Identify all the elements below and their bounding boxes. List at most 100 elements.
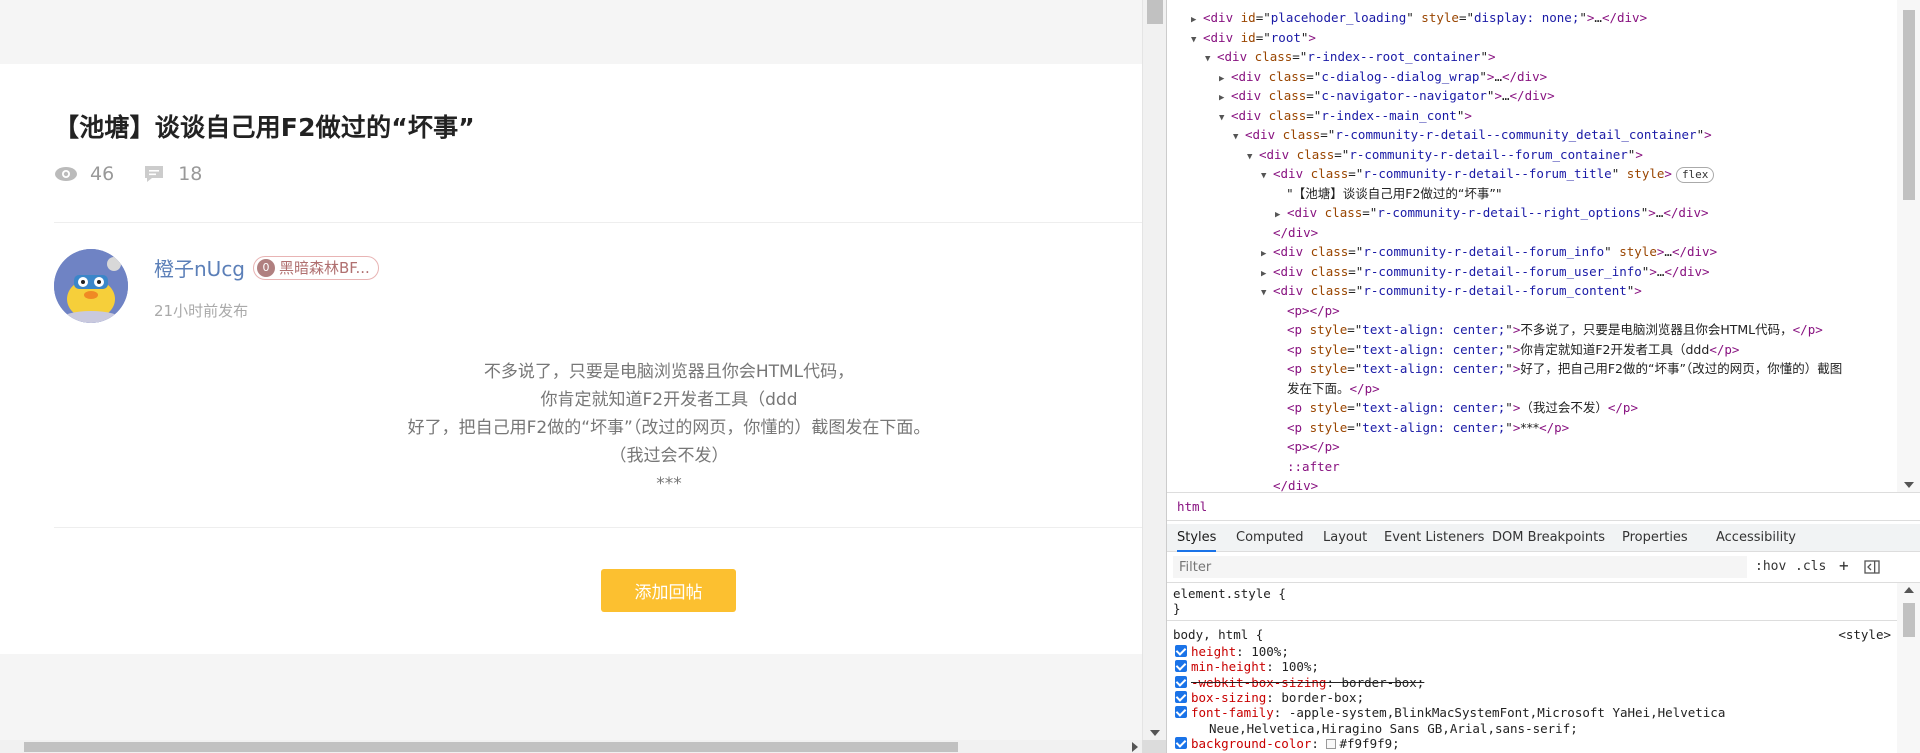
css-property[interactable]: height: 100%; xyxy=(1191,644,1289,659)
dom-node-line[interactable]: ▼ <div class="r-community-r-detail--forum… xyxy=(1247,145,1643,164)
css-property[interactable]: box-sizing: border-box; xyxy=(1191,690,1364,705)
dom-node-line[interactable]: <p style="text-align: center;">你肯定就知道F2开… xyxy=(1275,340,1739,359)
tab-accessibility[interactable]: Accessibility xyxy=(1716,524,1796,552)
property-value[interactable]: 100%; xyxy=(1251,644,1289,659)
cls-toggle[interactable]: .cls xyxy=(1795,559,1826,574)
dom-node-line[interactable]: ▼ <div class="r-index--main_cont"> xyxy=(1219,106,1472,125)
property-value[interactable]: border-box; xyxy=(1281,690,1364,705)
content-line: *** xyxy=(656,474,682,494)
tab-event-listeners[interactable]: Event Listeners xyxy=(1384,524,1484,552)
css-property[interactable]: font-family: -apple-system,BlinkMacSyste… xyxy=(1191,705,1725,720)
property-value[interactable]: 100%; xyxy=(1281,659,1319,674)
elements-tree[interactable]: ▶ <div id="placehoder_loading" style="dis… xyxy=(1167,0,1920,492)
property-value[interactable]: Neue,Helvetica,Hiragino Sans GB,Arial,sa… xyxy=(1209,721,1578,736)
dom-node-line[interactable]: "【池塘】谈谈自己用F2做过的“坏事”" xyxy=(1275,184,1502,203)
dom-node-line[interactable]: ▶ <div class="r-community-r-detail--forum… xyxy=(1261,242,1717,261)
divider xyxy=(54,527,1142,528)
page-vertical-scrollbar[interactable] xyxy=(1142,0,1166,740)
tab-properties[interactable]: Properties xyxy=(1622,524,1688,552)
collapse-triangle-icon[interactable]: ▼ xyxy=(1205,50,1217,69)
property-name[interactable]: font-family xyxy=(1191,705,1274,720)
property-name[interactable]: background-color xyxy=(1191,736,1311,751)
dom-node-line[interactable]: ▼ <div class="r-community-r-detail--forum… xyxy=(1261,164,1715,186)
collapse-triangle-icon[interactable]: ▼ xyxy=(1191,31,1203,50)
property-name[interactable]: -webkit-box-sizing xyxy=(1191,675,1326,690)
styles-scrollbar[interactable] xyxy=(1897,583,1920,753)
post-stats: 46 18 xyxy=(54,163,230,185)
dom-node-line[interactable]: <p style="text-align: center;">好了，把自己用F2… xyxy=(1275,359,1842,378)
hov-toggle[interactable]: :hov xyxy=(1755,559,1786,574)
scroll-right-arrow[interactable] xyxy=(1132,742,1138,752)
scrollbar-thumb[interactable] xyxy=(24,742,958,752)
dom-node-line[interactable]: <p style="text-align: center;">（我过会不发）</… xyxy=(1275,398,1638,417)
dom-node-markup: </div> xyxy=(1273,478,1319,492)
dom-node-line[interactable]: ▶ <div class="c-dialog--dialog_wrap">…</d… xyxy=(1219,67,1547,86)
dom-node-line[interactable]: </div> xyxy=(1261,476,1318,492)
property-value[interactable]: border-box; xyxy=(1342,675,1425,690)
color-swatch-icon[interactable] xyxy=(1326,739,1337,750)
scrollbar-thumb[interactable] xyxy=(1903,10,1915,200)
dom-node-markup: <p></p> xyxy=(1287,439,1340,454)
collapse-triangle-icon[interactable]: ▼ xyxy=(1261,284,1273,303)
elements-scrollbar[interactable] xyxy=(1897,0,1920,492)
avatar[interactable] xyxy=(54,249,128,323)
property-checkbox[interactable] xyxy=(1175,645,1187,657)
user-badge[interactable]: 0 黑暗森林BF... xyxy=(253,255,379,280)
dom-node-markup: 发在下面。</p> xyxy=(1287,380,1380,396)
dom-node-line[interactable]: ▼ <div class="r-index--root_container"> xyxy=(1205,47,1496,66)
tab-layout[interactable]: Layout xyxy=(1323,524,1367,552)
dom-node-line[interactable]: <p></p> xyxy=(1275,437,1340,456)
property-value[interactable]: -apple-system,BlinkMacSystemFont,Microso… xyxy=(1289,705,1726,720)
dom-node-line[interactable]: <p></p> xyxy=(1275,301,1340,320)
scroll-down-arrow[interactable] xyxy=(1150,730,1160,736)
dom-node-line[interactable]: ▶ <div class="c-navigator--navigator">…</… xyxy=(1219,86,1555,105)
scroll-down-arrow[interactable] xyxy=(1904,482,1914,488)
dom-node-line[interactable]: </div> xyxy=(1261,223,1318,242)
scrollbar-thumb[interactable] xyxy=(1903,603,1915,637)
collapse-triangle-icon[interactable]: ▼ xyxy=(1261,167,1273,186)
rule-selector[interactable]: body, html { xyxy=(1173,627,1263,642)
dom-node-line[interactable]: ▶ <div class="r-community-r-detail--right… xyxy=(1275,203,1709,222)
property-checkbox[interactable] xyxy=(1175,706,1187,719)
author-name[interactable]: 橙子nUcg xyxy=(154,253,245,282)
page-horizontal-scrollbar[interactable] xyxy=(0,740,1142,753)
breadcrumb-html[interactable]: html xyxy=(1177,499,1207,514)
property-name[interactable]: box-sizing xyxy=(1191,690,1266,705)
collapse-triangle-icon[interactable]: ▼ xyxy=(1247,148,1259,167)
property-name[interactable]: min-height xyxy=(1191,659,1266,674)
dom-node-line[interactable]: ▶ <div class="r-community-r-detail--forum… xyxy=(1261,262,1710,281)
dom-node-line[interactable]: <p style="text-align: center;">不多说了，只要是电… xyxy=(1275,320,1823,339)
dom-node-line[interactable]: ▶ <div id="placehoder_loading" style="dis… xyxy=(1191,8,1647,27)
add-reply-button[interactable]: 添加回帖 xyxy=(601,569,736,612)
tab-styles[interactable]: Styles xyxy=(1177,524,1217,552)
css-property[interactable]: background-color: #f9f9f9; xyxy=(1191,736,1400,751)
property-name[interactable]: height xyxy=(1191,644,1236,659)
author-info: 橙子nUcg 0 黑暗森林BF... xyxy=(154,253,379,282)
dom-node-line[interactable]: <p style="text-align: center;">***</p> xyxy=(1275,418,1569,437)
property-value[interactable]: #f9f9f9; xyxy=(1339,736,1399,751)
rule-source-link[interactable]: <style> xyxy=(1838,627,1891,642)
post-content: 不多说了，只要是电脑浏览器且你会HTML代码， 你肯定就知道F2开发者工具（dd… xyxy=(54,358,1142,498)
property-checkbox[interactable] xyxy=(1175,736,1187,749)
styles-filter-input[interactable] xyxy=(1173,556,1747,578)
tab-dom-breakpoints[interactable]: DOM Breakpoints xyxy=(1492,524,1605,552)
property-checkbox[interactable] xyxy=(1175,690,1187,703)
property-checkbox[interactable] xyxy=(1175,675,1187,688)
element-style-selector[interactable]: element.style { xyxy=(1173,586,1286,601)
tab-computed[interactable]: Computed xyxy=(1236,524,1304,552)
dom-node-line[interactable]: ::after xyxy=(1275,457,1340,476)
collapse-triangle-icon[interactable]: ▼ xyxy=(1233,128,1245,147)
dom-node-line[interactable]: ▼ <div class="r-community-r-detail--commu… xyxy=(1233,125,1712,144)
scroll-up-arrow[interactable] xyxy=(1904,587,1914,593)
property-checkbox[interactable] xyxy=(1175,660,1187,673)
dom-node-line[interactable]: ▼ <div class="r-community-r-detail--forum… xyxy=(1261,281,1642,300)
dom-node-line[interactable]: 发在下面。</p> xyxy=(1275,379,1380,398)
collapse-triangle-icon[interactable]: ▼ xyxy=(1219,109,1231,128)
dom-node-line[interactable]: ▼ <div id="root"> xyxy=(1191,28,1316,47)
css-property[interactable]: Neue,Helvetica,Hiragino Sans GB,Arial,sa… xyxy=(1209,721,1578,736)
scrollbar-thumb[interactable] xyxy=(1147,0,1163,24)
css-property[interactable]: min-height: 100%; xyxy=(1191,659,1319,674)
new-rule-button[interactable]: + xyxy=(1839,556,1849,575)
css-property[interactable]: -webkit-box-sizing: border-box; xyxy=(1191,675,1424,690)
toggle-sidebar-icon[interactable] xyxy=(1864,560,1880,574)
